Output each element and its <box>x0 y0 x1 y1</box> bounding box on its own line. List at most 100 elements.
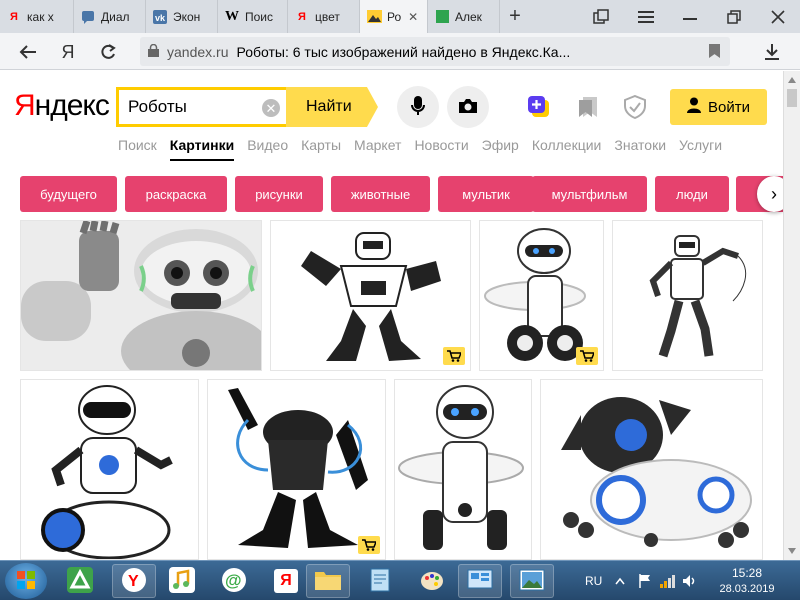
service-efir[interactable]: Эфир <box>482 137 519 153</box>
bookmarks-icon[interactable] <box>576 95 600 119</box>
minimize-icon[interactable] <box>672 0 708 33</box>
shield-icon[interactable] <box>623 95 647 119</box>
robot-image <box>21 221 261 370</box>
search-input[interactable] <box>128 97 256 117</box>
bookmark-icon[interactable] <box>709 44 720 58</box>
close-window-icon[interactable] <box>760 0 796 33</box>
tab-manager-icon[interactable] <box>583 0 619 33</box>
service-images[interactable]: Картинки <box>169 137 235 161</box>
camera-icon <box>458 98 478 117</box>
service-znatoki[interactable]: Знатоки <box>614 137 666 153</box>
image-result[interactable] <box>612 220 763 371</box>
cart-icon[interactable] <box>576 347 598 365</box>
tab-title: Поис <box>245 9 274 24</box>
new-tab-button[interactable]: + <box>500 5 530 28</box>
service-collections[interactable]: Коллекции <box>532 137 602 153</box>
taskbar-app-anydesk[interactable] <box>58 564 102 598</box>
taskbar-notepad[interactable] <box>358 564 402 598</box>
url-field[interactable]: yandex.ru Роботы: 6 тыс изображений найд… <box>140 37 730 66</box>
robot-image <box>301 232 441 361</box>
reload-icon[interactable] <box>96 40 120 64</box>
service-market[interactable]: Маркет <box>354 137 401 153</box>
image-result[interactable] <box>207 379 386 560</box>
service-search[interactable]: Поиск <box>118 137 157 153</box>
search-button[interactable]: Найти <box>286 87 378 127</box>
yandex-logo[interactable]: Яндекс <box>14 89 110 123</box>
yandex-browser-icon: Y <box>121 567 147 596</box>
image-result[interactable] <box>20 379 199 560</box>
image-result[interactable] <box>20 220 262 371</box>
tray-up-arrow-icon[interactable] <box>615 561 625 601</box>
close-tab-icon[interactable]: ✕ <box>408 10 418 24</box>
action-center-flag-icon[interactable] <box>638 561 652 601</box>
tab-robots[interactable]: Ро ✕ <box>360 0 428 33</box>
service-video[interactable]: Видео <box>247 137 288 153</box>
service-maps[interactable]: Карты <box>301 137 341 153</box>
login-label: Войти <box>708 98 750 116</box>
taskbar-paint[interactable] <box>410 564 454 598</box>
svg-text:Y: Y <box>128 573 139 590</box>
chip-future[interactable]: будущего <box>20 176 117 212</box>
image-result[interactable] <box>540 379 763 560</box>
system-clock[interactable]: 15:28 28.03.2019 <box>704 565 790 597</box>
scrollbar-thumb[interactable] <box>787 89 797 107</box>
chip-cartoon[interactable]: мультик <box>438 176 534 212</box>
image-result[interactable] <box>479 220 604 371</box>
taskbar-yandex-browser[interactable]: Y <box>112 564 156 598</box>
scroll-down-icon[interactable] <box>788 548 796 554</box>
tab-color[interactable]: Я цвет <box>288 0 360 33</box>
taskbar-mail-agent[interactable]: @ <box>212 564 256 598</box>
image-result[interactable] <box>270 220 471 371</box>
clear-icon[interactable]: ✕ <box>262 99 280 117</box>
triangle-app-icon <box>67 566 93 596</box>
taskbar-control-panel[interactable] <box>458 564 502 598</box>
yandex-icon: Я <box>274 569 298 593</box>
start-button[interactable] <box>5 563 47 599</box>
taskbar-music[interactable] <box>160 564 204 598</box>
volume-icon[interactable] <box>682 561 698 601</box>
yandex-home-button[interactable]: Я <box>56 40 80 64</box>
cart-icon[interactable] <box>358 536 380 554</box>
downloads-icon[interactable] <box>760 40 784 64</box>
robot-image <box>398 385 524 550</box>
scroll-up-icon[interactable] <box>788 77 796 83</box>
images-icon <box>366 9 382 25</box>
language-indicator[interactable]: RU <box>585 561 602 601</box>
tab-alek[interactable]: Алек <box>428 0 500 33</box>
clock-time: 15:28 <box>731 566 763 580</box>
user-icon <box>687 97 701 117</box>
chip-drawings[interactable]: рисунки <box>235 176 323 212</box>
service-news[interactable]: Новости <box>414 137 468 153</box>
chip-people[interactable]: люди <box>655 176 729 212</box>
search-form: ✕ Найти <box>116 87 378 127</box>
taskbar-yandex[interactable]: Я <box>264 564 308 598</box>
collections-plus-icon[interactable] <box>527 95 551 119</box>
notepad-icon <box>367 567 393 596</box>
cart-icon[interactable] <box>443 347 465 365</box>
tab-dialog[interactable]: Диал <box>74 0 146 33</box>
taskbar-photo-viewer[interactable] <box>510 564 554 598</box>
image-search-button[interactable] <box>447 86 489 128</box>
taskbar-explorer[interactable] <box>306 564 350 598</box>
tab-wiki[interactable]: W Поис <box>218 0 288 33</box>
tab-econ[interactable]: vk Экон <box>146 0 218 33</box>
vertical-scrollbar[interactable] <box>783 71 800 560</box>
menu-icon[interactable] <box>628 0 664 33</box>
yandex-icon: Я <box>298 10 306 23</box>
service-uslugi[interactable]: Услуги <box>679 137 722 153</box>
network-signal-icon[interactable] <box>660 561 676 601</box>
robot-image <box>228 388 368 548</box>
image-result[interactable] <box>394 379 532 560</box>
restore-icon[interactable] <box>716 0 752 33</box>
login-button[interactable]: Войти <box>670 89 767 125</box>
voice-search-button[interactable] <box>397 86 439 128</box>
tab-kak[interactable]: Я как х <box>0 0 74 33</box>
back-icon[interactable] <box>16 40 40 64</box>
address-bar: Я yandex.ru Роботы: 6 тыс изображений на… <box>0 33 800 70</box>
chip-animals[interactable]: животные <box>331 176 430 212</box>
microphone-icon <box>411 95 425 119</box>
chip-coloring[interactable]: раскраска <box>125 176 227 212</box>
logo-first-letter: Я <box>14 89 36 122</box>
chip-animated-film[interactable]: мультфильм <box>532 176 647 212</box>
related-queries: будущего раскраска рисунки животные муль… <box>20 176 800 212</box>
